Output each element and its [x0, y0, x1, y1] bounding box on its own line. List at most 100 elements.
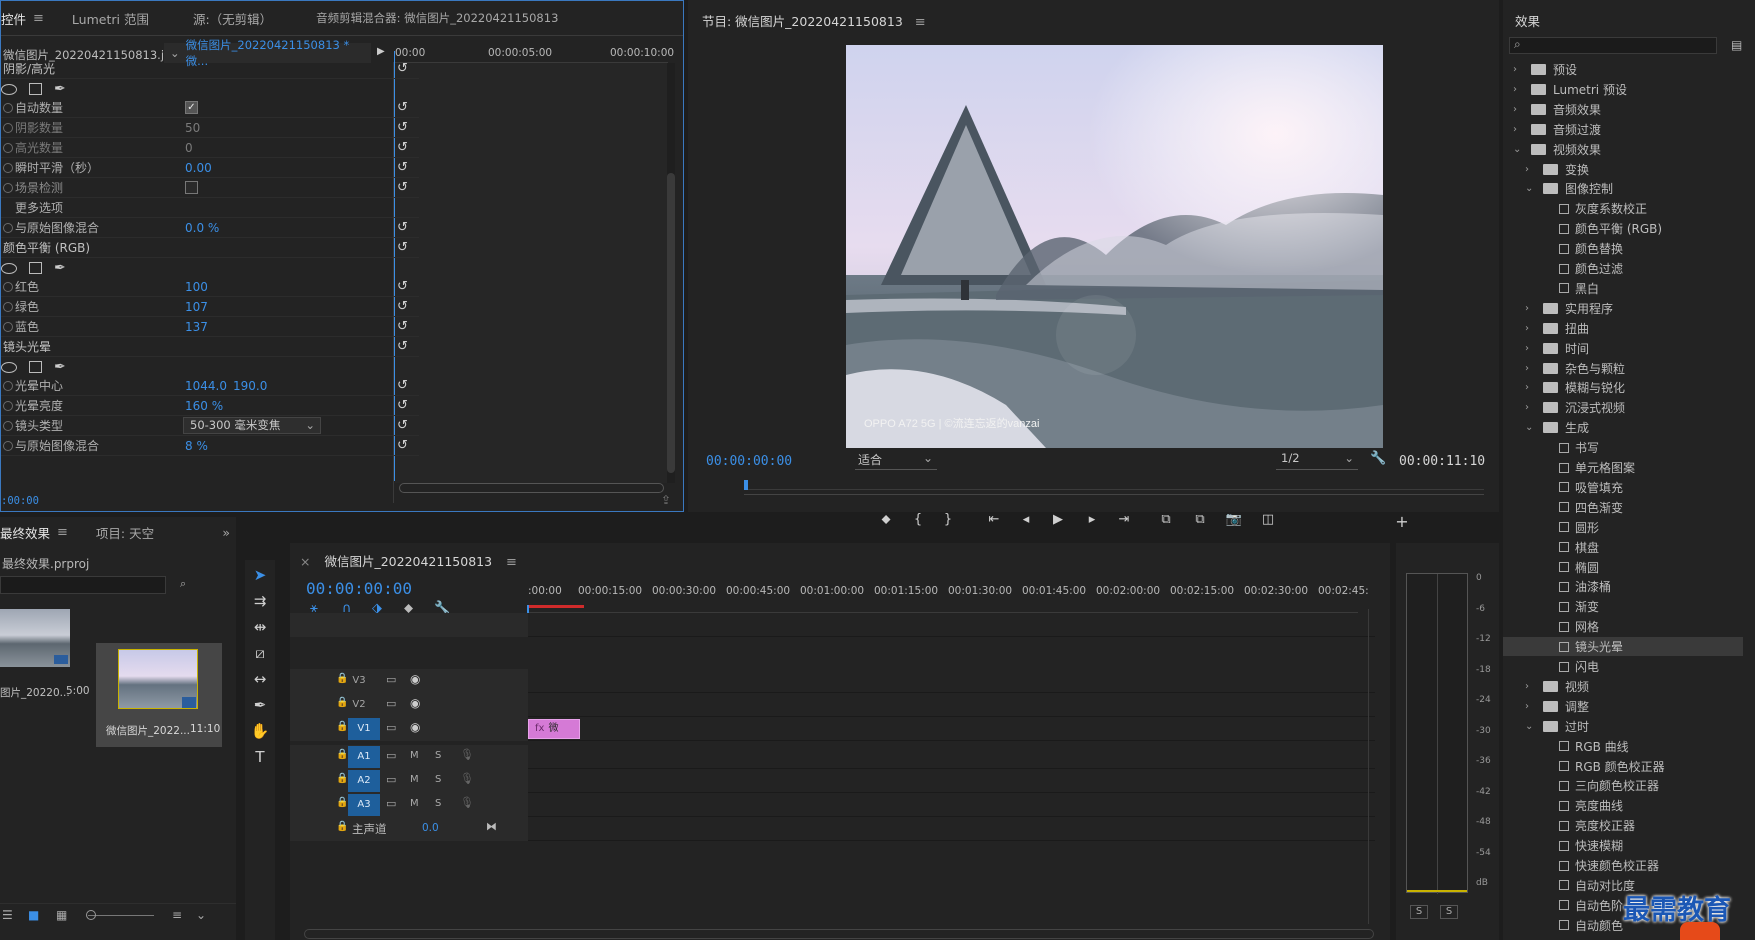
effects-tree-item[interactable]: 亮度校正器 [1503, 816, 1743, 835]
effect-color-balance[interactable]: 颜色平衡 (RGB) ↺ [1, 238, 419, 258]
compare-view-icon[interactable]: ◫ [1256, 512, 1280, 527]
chevron-down-icon[interactable]: ⌄ [1525, 422, 1533, 433]
tab-project-sky[interactable]: 项目: 天空 [82, 523, 168, 542]
effects-tree-item[interactable]: 棋盘 [1503, 538, 1743, 557]
close-icon[interactable]: × [300, 554, 310, 569]
audio-track[interactable]: 🔒 A2 ▭ M S 🎙 [290, 769, 1375, 793]
chevron-right-icon[interactable]: › [1525, 303, 1529, 314]
track-select-icon[interactable]: ⇉ [245, 592, 275, 610]
program-zoom-scroll[interactable] [744, 494, 1484, 503]
timeline-h-scroll[interactable] [304, 929, 1374, 939]
stopwatch-icon[interactable] [3, 440, 13, 451]
chevron-right-icon[interactable]: › [1525, 402, 1529, 413]
reset-icon[interactable]: ↺ [397, 319, 408, 334]
pen-mask-icon[interactable]: ✒ [54, 359, 66, 375]
timeline-v-scroll[interactable] [1368, 609, 1378, 924]
stopwatch-icon[interactable] [3, 122, 13, 133]
program-preview[interactable]: OPPO A72 5G | ©流连忘返的vanzai [846, 45, 1383, 448]
prop-value[interactable]: 8 % [185, 439, 208, 453]
effects-tree-item[interactable]: › 模糊与锐化 [1503, 378, 1743, 397]
effects-tree-item[interactable]: 圆形 [1503, 518, 1743, 537]
lock-icon[interactable]: 🔒 [336, 821, 348, 832]
pen-mask-icon[interactable]: ✒ [54, 260, 66, 276]
panel-menu-icon[interactable]: ≡ [915, 15, 926, 30]
panel-menu-icon[interactable]: ≡ [506, 555, 517, 570]
sync-lock-icon[interactable]: ▭ [386, 673, 396, 686]
audio-track[interactable]: 🔒 A1 ▭ M S 🎙 [290, 745, 1375, 769]
new-preset-bin-icon[interactable]: ▤ [1731, 38, 1742, 52]
play-icon[interactable]: ▶ [1046, 512, 1070, 527]
effects-tree-item[interactable]: 吸管填充 [1503, 478, 1743, 497]
mute-button[interactable]: M [410, 750, 419, 761]
stopwatch-icon[interactable] [3, 321, 13, 332]
stopwatch-icon[interactable] [3, 162, 13, 173]
effects-tree-item[interactable]: 灰度系数校正 [1503, 199, 1743, 218]
effects-tree-item[interactable]: 快速颜色校正器 [1503, 856, 1743, 875]
scroll-thumb[interactable] [667, 173, 675, 473]
chevron-right-icon[interactable]: › [1525, 323, 1529, 334]
selection-tool-icon[interactable]: ➤ [245, 566, 275, 584]
chevron-right-icon[interactable]: › [1525, 343, 1529, 354]
effects-tree-item[interactable]: › 预设 [1503, 60, 1743, 79]
lock-icon[interactable]: 🔒 [336, 697, 348, 708]
video-track[interactable]: 🔒 V3 ▭ ◉ [290, 669, 1375, 693]
chevron-down-icon[interactable]: ⌄ [1525, 721, 1533, 732]
track-target-button[interactable]: V3 [348, 672, 370, 690]
mic-icon[interactable]: 🎙 [460, 772, 474, 785]
add-marker-icon[interactable]: ⬥ [874, 512, 898, 527]
effects-tree-item[interactable]: 颜色过滤 [1503, 259, 1743, 278]
effects-tree-item[interactable]: ⌄ 过时 [1503, 717, 1743, 736]
audio-track[interactable]: 🔒 A3 ▭ M S 🎙 [290, 793, 1375, 817]
scene-detect-checkbox[interactable] [185, 181, 198, 194]
stopwatch-icon[interactable] [3, 281, 13, 292]
camera-icon[interactable]: 📷 [1222, 512, 1246, 527]
sync-lock-icon[interactable]: ▭ [386, 697, 396, 710]
timeline-clip[interactable]: fx 微 [528, 719, 580, 739]
effects-tree-item[interactable]: 颜色平衡 (RGB) [1503, 219, 1743, 238]
ripple-edit-icon[interactable]: ⇹ [245, 618, 275, 636]
tab-effect-controls[interactable]: 控件 ≡ [1, 9, 58, 28]
reset-icon[interactable]: ↺ [397, 438, 408, 453]
auto-amount-checkbox[interactable]: ✓ [185, 101, 198, 114]
prop-value[interactable]: 0.00 [185, 161, 212, 175]
eye-icon[interactable]: ◉ [410, 696, 420, 710]
reset-icon[interactable]: ↺ [397, 378, 408, 393]
work-area-bar[interactable] [528, 605, 584, 608]
timeline-timecode[interactable]: 00:00:00:00 [306, 579, 412, 598]
effects-tree-item[interactable]: › 音频效果 [1503, 100, 1743, 119]
reset-icon[interactable]: ↺ [397, 61, 408, 76]
tab-source[interactable]: 源:（无剪辑） [163, 9, 286, 28]
effects-tree-item[interactable]: 网格 [1503, 617, 1743, 636]
reset-icon[interactable]: ↺ [397, 339, 408, 354]
mute-button[interactable]: M [410, 798, 419, 809]
effects-tree-item[interactable]: › 时间 [1503, 339, 1743, 358]
reset-icon[interactable]: ↺ [397, 418, 408, 433]
sync-lock-icon[interactable]: ▭ [386, 721, 396, 734]
mark-out-icon[interactable]: } [936, 512, 960, 527]
ellipse-mask-icon[interactable] [1, 262, 17, 274]
track-target-button[interactable]: V2 [348, 696, 370, 714]
go-to-out-icon[interactable]: ⇥ [1112, 512, 1136, 527]
program-playhead[interactable] [744, 480, 748, 490]
zoom-slider[interactable] [88, 915, 154, 916]
eye-icon[interactable]: ◉ [410, 672, 420, 686]
stopwatch-icon[interactable] [3, 182, 13, 193]
sort-icon[interactable]: ≡ [172, 908, 182, 922]
track-target-button[interactable]: A1 [348, 746, 380, 768]
zoom-handle[interactable] [86, 910, 96, 920]
mark-in-icon[interactable]: { [906, 512, 930, 527]
chevron-down-icon[interactable]: ⌄ [1525, 183, 1533, 194]
prop-value[interactable]: 107 [185, 300, 208, 314]
sync-lock-icon[interactable]: ▭ [386, 773, 396, 786]
rect-mask-icon[interactable] [29, 262, 42, 274]
ec-current-timecode[interactable]: :00:00 [1, 495, 39, 507]
lock-icon[interactable]: 🔒 [336, 673, 348, 684]
sync-lock-icon[interactable]: ▭ [386, 749, 396, 762]
lock-icon[interactable]: 🔒 [336, 721, 348, 732]
razor-icon[interactable]: ⧄ [245, 644, 275, 662]
ellipse-mask-icon[interactable] [1, 83, 17, 95]
reset-icon[interactable]: ↺ [397, 299, 408, 314]
effect-shadow-highlight[interactable]: 阴影/高光 ↺ [1, 59, 419, 79]
stopwatch-icon[interactable] [3, 222, 13, 233]
lens-type-dropdown[interactable]: 50-300 毫米变焦 ⌄ [183, 417, 321, 434]
